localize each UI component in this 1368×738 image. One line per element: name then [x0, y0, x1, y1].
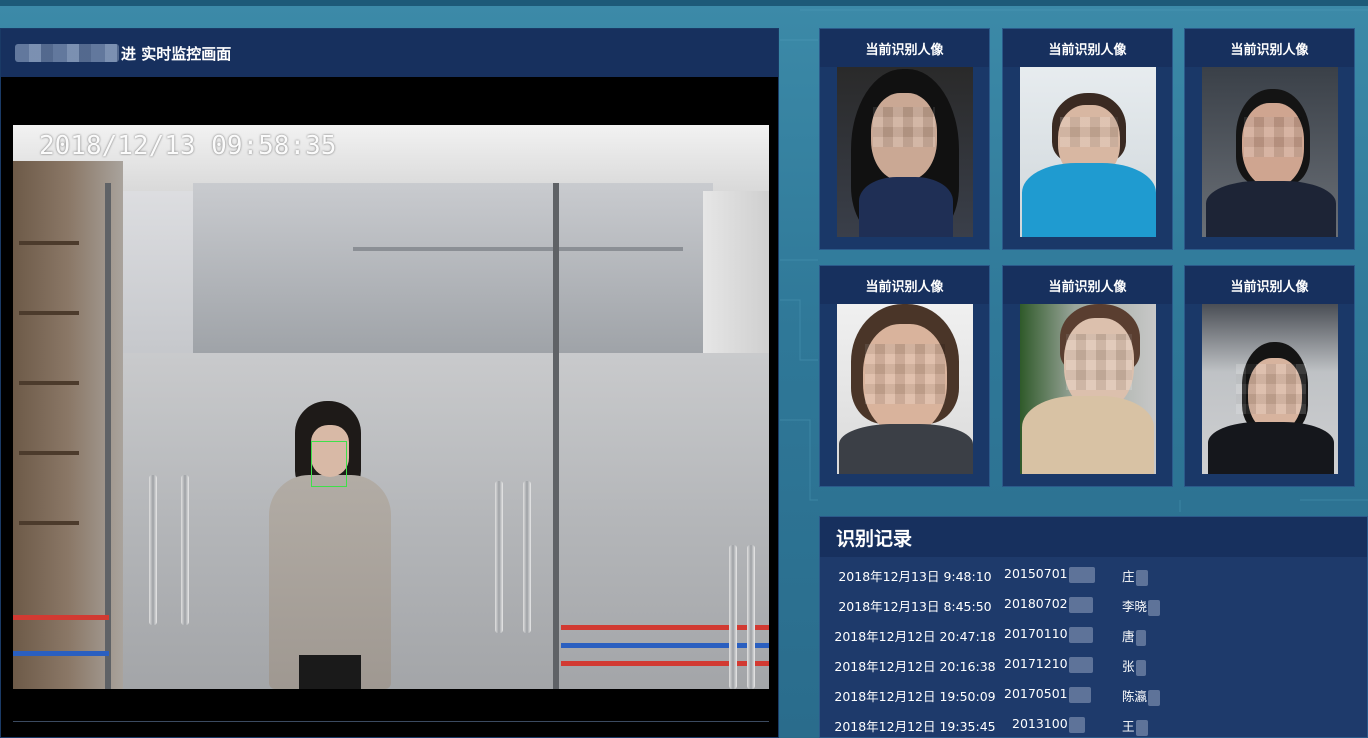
record-id: 20170110 — [1004, 626, 1093, 643]
record-row[interactable]: 2018年12月12日 20:47:18 20170110 唐 — [820, 619, 1368, 649]
record-name: 王 — [1122, 716, 1148, 736]
record-time: 2018年12月12日 19:50:09 — [834, 689, 996, 704]
record-time: 2018年12月13日 9:48:10 — [838, 569, 992, 584]
face-detection-box — [311, 441, 347, 487]
face-photo-4 — [837, 304, 973, 474]
record-row[interactable]: 2018年12月12日 19:35:45 2013100 王 — [820, 709, 1368, 738]
video-timestamp: 2018/12/13 09:58:35 — [39, 131, 337, 161]
face-card-4[interactable]: 当前识别人像 — [819, 265, 990, 487]
live-video-feed[interactable]: 2018/12/13 09:58:35 — [13, 125, 769, 689]
records-title: 识别记录 — [820, 517, 1367, 557]
record-row[interactable]: 2018年12月13日 8:45:50 20180702 李晓 — [820, 589, 1368, 619]
record-name: 张 — [1122, 656, 1146, 676]
glass-door-frame — [105, 183, 111, 689]
record-time: 2018年12月12日 20:47:18 — [834, 629, 996, 644]
face-photo-2 — [1020, 67, 1156, 237]
barrier-rope-blue — [13, 651, 109, 656]
person-legs — [299, 655, 361, 689]
record-name: 唐 — [1122, 626, 1146, 646]
face-card-6[interactable]: 当前识别人像 — [1184, 265, 1355, 487]
face-card-5[interactable]: 当前识别人像 — [1002, 265, 1173, 487]
video-back-wall — [193, 183, 713, 353]
gate-post — [747, 545, 755, 689]
face-card-header: 当前识别人像 — [1003, 29, 1172, 67]
gate-post — [181, 475, 189, 625]
redacted-location-mask — [15, 44, 119, 62]
face-card-header: 当前识别人像 — [820, 29, 989, 67]
face-photo-6 — [1202, 304, 1338, 474]
record-name: 庄 — [1122, 566, 1148, 586]
record-id: 20171210 — [1004, 656, 1093, 673]
record-time: 2018年12月12日 20:16:38 — [834, 659, 996, 674]
gate-post — [729, 545, 737, 689]
live-monitor-panel: 进 实时监控画面 2018/12/13 09:58:35 — [0, 28, 779, 738]
barrier-rope-red — [13, 615, 109, 620]
record-name: 李晓 — [1122, 596, 1161, 616]
record-name: 陈瀛 — [1122, 686, 1161, 706]
face-card-header: 当前识别人像 — [1185, 29, 1354, 67]
glass-door-frame — [553, 183, 559, 689]
record-id: 20170501 — [1004, 686, 1091, 703]
video-progress-line — [13, 721, 769, 722]
gate-post — [523, 481, 531, 633]
barrier-rope-red — [561, 625, 769, 630]
face-card-header: 当前识别人像 — [820, 266, 989, 304]
face-photo-3 — [1202, 67, 1338, 237]
face-photo-5 — [1020, 304, 1156, 474]
record-row[interactable]: 2018年12月13日 9:48:10 20150701 庄 — [820, 559, 1368, 589]
gate-post — [495, 481, 503, 633]
record-id: 20180702 — [1004, 596, 1093, 613]
recognition-records-panel: 识别记录 2018年12月13日 9:48:10 20150701 庄 2018… — [819, 516, 1368, 738]
record-time: 2018年12月12日 19:35:45 — [834, 719, 996, 734]
face-card-header: 当前识别人像 — [1185, 266, 1354, 304]
face-card-3[interactable]: 当前识别人像 — [1184, 28, 1355, 250]
record-time: 2018年12月13日 8:45:50 — [838, 599, 992, 614]
gate-post — [149, 475, 157, 625]
barrier-rope-blue — [561, 643, 769, 648]
record-row[interactable]: 2018年12月12日 20:16:38 20171210 张 — [820, 649, 1368, 679]
video-floor — [13, 353, 769, 689]
record-id: 2013100 — [1012, 716, 1085, 733]
monitor-header: 进 实时监控画面 — [1, 29, 778, 77]
face-card-2[interactable]: 当前识别人像 — [1002, 28, 1173, 250]
video-railing — [353, 247, 683, 251]
record-row[interactable]: 2018年12月12日 19:50:09 20170501 陈瀛 — [820, 679, 1368, 709]
face-photo-1 — [837, 67, 973, 237]
top-strip — [0, 0, 1368, 6]
face-card-header: 当前识别人像 — [1003, 266, 1172, 304]
record-id: 20150701 — [1004, 566, 1095, 583]
monitor-title: 进 实时监控画面 — [121, 44, 232, 63]
barrier-rope-red — [561, 661, 769, 666]
face-card-1[interactable]: 当前识别人像 — [819, 28, 990, 250]
